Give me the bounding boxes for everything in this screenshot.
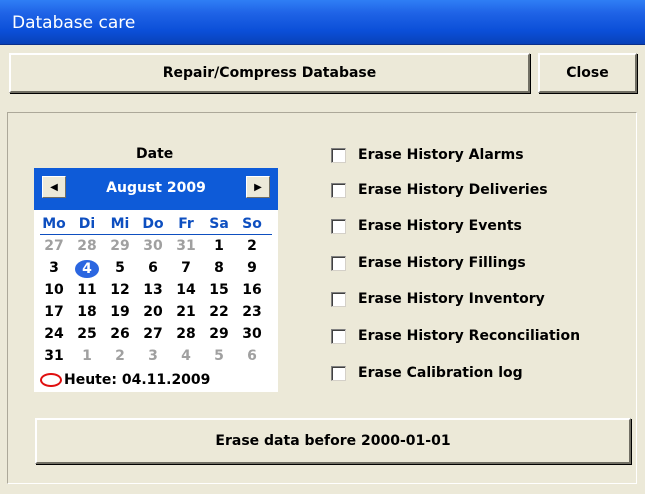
erase-option[interactable]: Erase History Deliveries bbox=[331, 181, 548, 199]
calendar-day[interactable]: 1 bbox=[73, 348, 101, 364]
checkbox[interactable] bbox=[331, 255, 346, 271]
calendar-day[interactable]: 27 bbox=[139, 326, 167, 342]
title-bar[interactable]: Database care bbox=[0, 0, 645, 45]
month-title: August 2009 bbox=[106, 180, 206, 196]
calendar-day[interactable]: 24 bbox=[40, 326, 68, 342]
checkbox-label: Erase History Deliveries bbox=[358, 182, 548, 198]
calendar-day[interactable]: 5 bbox=[205, 348, 233, 364]
prev-month-button[interactable]: ◀ bbox=[42, 176, 66, 198]
checkbox[interactable] bbox=[331, 365, 346, 381]
checkbox-label: Erase History Fillings bbox=[358, 255, 526, 271]
checkbox-label: Erase History Events bbox=[358, 218, 522, 234]
erase-option[interactable]: Erase History Fillings bbox=[331, 254, 526, 272]
checkbox-label: Erase History Alarms bbox=[358, 147, 524, 163]
calendar-day[interactable]: 9 bbox=[238, 260, 266, 276]
calendar-day[interactable]: 14 bbox=[172, 282, 200, 298]
weekday-header: Do bbox=[142, 216, 164, 232]
weekday-divider bbox=[40, 234, 272, 235]
erase-option[interactable]: Erase History Reconciliation bbox=[331, 327, 580, 345]
calendar-day[interactable]: 30 bbox=[139, 238, 167, 254]
calendar-header: ◀ August 2009 ▶ bbox=[34, 168, 278, 210]
close-button[interactable]: Close bbox=[538, 53, 637, 93]
today-circle-icon bbox=[40, 373, 62, 387]
calendar-day[interactable]: 15 bbox=[205, 282, 233, 298]
calendar-day[interactable]: 8 bbox=[205, 260, 233, 276]
weekday-header: Di bbox=[78, 216, 96, 232]
calendar-day[interactable]: 7 bbox=[172, 260, 200, 276]
calendar-day[interactable]: 31 bbox=[40, 348, 68, 364]
calendar-day[interactable]: 17 bbox=[40, 304, 68, 320]
calendar-day[interactable]: 11 bbox=[73, 282, 101, 298]
checkbox[interactable] bbox=[331, 182, 346, 198]
checkbox[interactable] bbox=[331, 291, 346, 307]
checkbox[interactable] bbox=[331, 328, 346, 344]
prev-month-icon: ◀ bbox=[50, 181, 58, 193]
calendar-day[interactable]: 31 bbox=[172, 238, 200, 254]
weekday-header: Sa bbox=[209, 216, 229, 232]
calendar-day[interactable]: 23 bbox=[238, 304, 266, 320]
checkbox[interactable] bbox=[331, 218, 346, 234]
checkbox-label: Erase Calibration log bbox=[358, 365, 523, 381]
calendar-day[interactable]: 22 bbox=[205, 304, 233, 320]
erase-option[interactable]: Erase History Inventory bbox=[331, 290, 545, 308]
weekday-header: Mi bbox=[110, 216, 130, 232]
today-link[interactable]: Heute: 04.11.2009 bbox=[40, 372, 210, 388]
calendar-day[interactable]: 28 bbox=[172, 326, 200, 342]
calendar-day[interactable]: 30 bbox=[238, 326, 266, 342]
calendar-day[interactable]: 28 bbox=[73, 238, 101, 254]
calendar-day[interactable]: 6 bbox=[238, 348, 266, 364]
calendar-day[interactable]: 20 bbox=[139, 304, 167, 320]
calendar-day[interactable]: 10 bbox=[40, 282, 68, 298]
calendar: ◀ August 2009 ▶ Mo Di Mi Do Fr Sa So 27 28 29 30 3… bbox=[34, 168, 278, 392]
next-month-icon: ▶ bbox=[254, 181, 262, 193]
calendar-day[interactable]: 21 bbox=[172, 304, 200, 320]
window-title: Database care bbox=[12, 13, 136, 33]
next-month-button[interactable]: ▶ bbox=[246, 176, 270, 198]
calendar-day[interactable]: 25 bbox=[73, 326, 101, 342]
calendar-day[interactable]: 5 bbox=[106, 260, 134, 276]
calendar-day[interactable]: 3 bbox=[139, 348, 167, 364]
calendar-day[interactable]: 3 bbox=[40, 260, 68, 276]
dialog-window: Database care Repair/Compress Database C… bbox=[0, 0, 645, 494]
today-text: Heute: 04.11.2009 bbox=[64, 372, 211, 388]
calendar-day[interactable]: 2 bbox=[106, 348, 134, 364]
calendar-day[interactable]: 18 bbox=[73, 304, 101, 320]
weekday-header: Mo bbox=[42, 216, 66, 232]
calendar-day[interactable]: 19 bbox=[106, 304, 134, 320]
erase-option[interactable]: Erase History Events bbox=[331, 217, 522, 235]
calendar-day[interactable]: 1 bbox=[205, 238, 233, 254]
weekday-header: Fr bbox=[178, 216, 194, 232]
repair-compress-button[interactable]: Repair/Compress Database bbox=[9, 53, 530, 93]
calendar-day[interactable]: 26 bbox=[106, 326, 134, 342]
erase-option[interactable]: Erase Calibration log bbox=[331, 364, 523, 382]
calendar-day[interactable]: 12 bbox=[106, 282, 134, 298]
calendar-day[interactable]: 13 bbox=[139, 282, 167, 298]
checkbox-label: Erase History Inventory bbox=[358, 291, 545, 307]
weekday-header: So bbox=[242, 216, 262, 232]
calendar-day[interactable]: 4 bbox=[172, 348, 200, 364]
calendar-day[interactable]: 2 bbox=[238, 238, 266, 254]
calendar-day[interactable]: 6 bbox=[139, 260, 167, 276]
erase-data-button[interactable]: Erase data before 2000-01-01 bbox=[35, 418, 631, 464]
calendar-day-selected[interactable]: 4 bbox=[75, 260, 99, 278]
erase-option[interactable]: Erase History Alarms bbox=[331, 146, 524, 164]
checkbox-label: Erase History Reconciliation bbox=[358, 328, 581, 344]
calendar-day[interactable]: 27 bbox=[40, 238, 68, 254]
calendar-day[interactable]: 16 bbox=[238, 282, 266, 298]
date-label: Date bbox=[136, 146, 174, 162]
calendar-day[interactable]: 29 bbox=[106, 238, 134, 254]
checkbox[interactable] bbox=[331, 147, 346, 163]
calendar-day[interactable]: 29 bbox=[205, 326, 233, 342]
